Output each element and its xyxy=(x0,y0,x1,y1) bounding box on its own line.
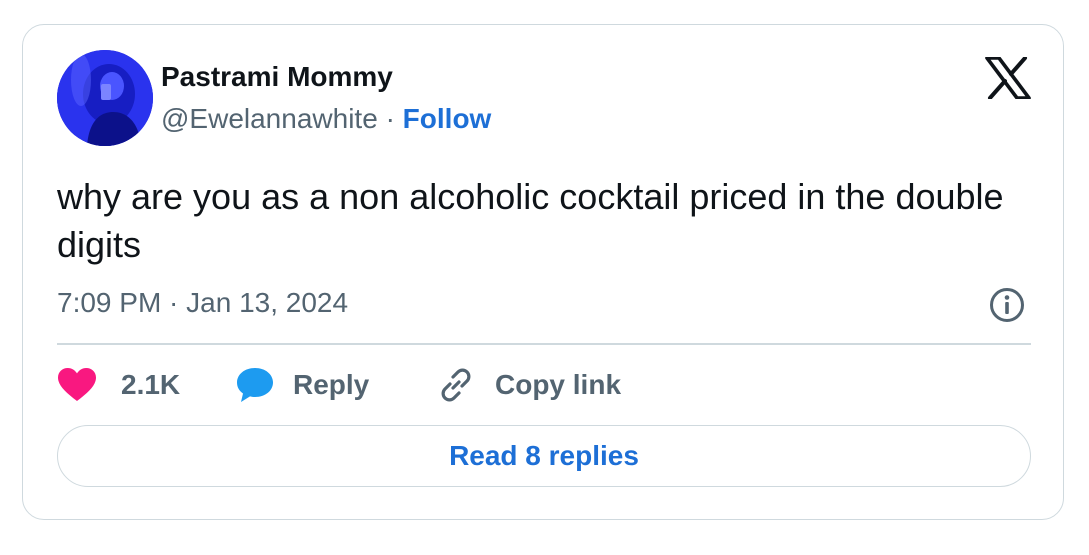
link-icon xyxy=(441,368,471,402)
like-count: 2.1K xyxy=(121,369,181,400)
reply-label: Reply xyxy=(293,369,370,400)
read-replies-label: Read 8 replies xyxy=(449,440,639,471)
avatar[interactable] xyxy=(57,50,153,146)
follow-link[interactable]: Follow xyxy=(403,103,492,134)
handle-separator: · xyxy=(385,103,395,134)
tweet-embed-card: Pastrami Mommy @Ewelannawhite · Follow w… xyxy=(22,24,1064,520)
info-icon[interactable] xyxy=(989,287,1025,323)
copy-link-button[interactable]: Copy link xyxy=(437,361,621,409)
read-replies-button[interactable]: Read 8 replies xyxy=(57,425,1031,487)
divider xyxy=(57,343,1031,345)
reply-button[interactable]: Reply xyxy=(235,361,369,409)
x-logo-icon[interactable] xyxy=(985,57,1031,99)
heart-icon xyxy=(58,368,96,401)
speech-bubble-icon xyxy=(237,368,273,402)
author-name[interactable]: Pastrami Mommy xyxy=(161,61,393,93)
author-handle[interactable]: @Ewelannawhite xyxy=(161,103,378,134)
tweet-timestamp[interactable]: 7:09 PM · Jan 13, 2024 xyxy=(57,287,348,319)
author-handle-line: @Ewelannawhite · Follow xyxy=(161,103,491,135)
copy-link-label: Copy link xyxy=(495,369,622,400)
like-button[interactable]: 2.1K xyxy=(57,361,180,409)
tweet-text: why are you as a non alcoholic cocktail … xyxy=(57,176,1004,265)
avatar-photo xyxy=(57,50,153,146)
